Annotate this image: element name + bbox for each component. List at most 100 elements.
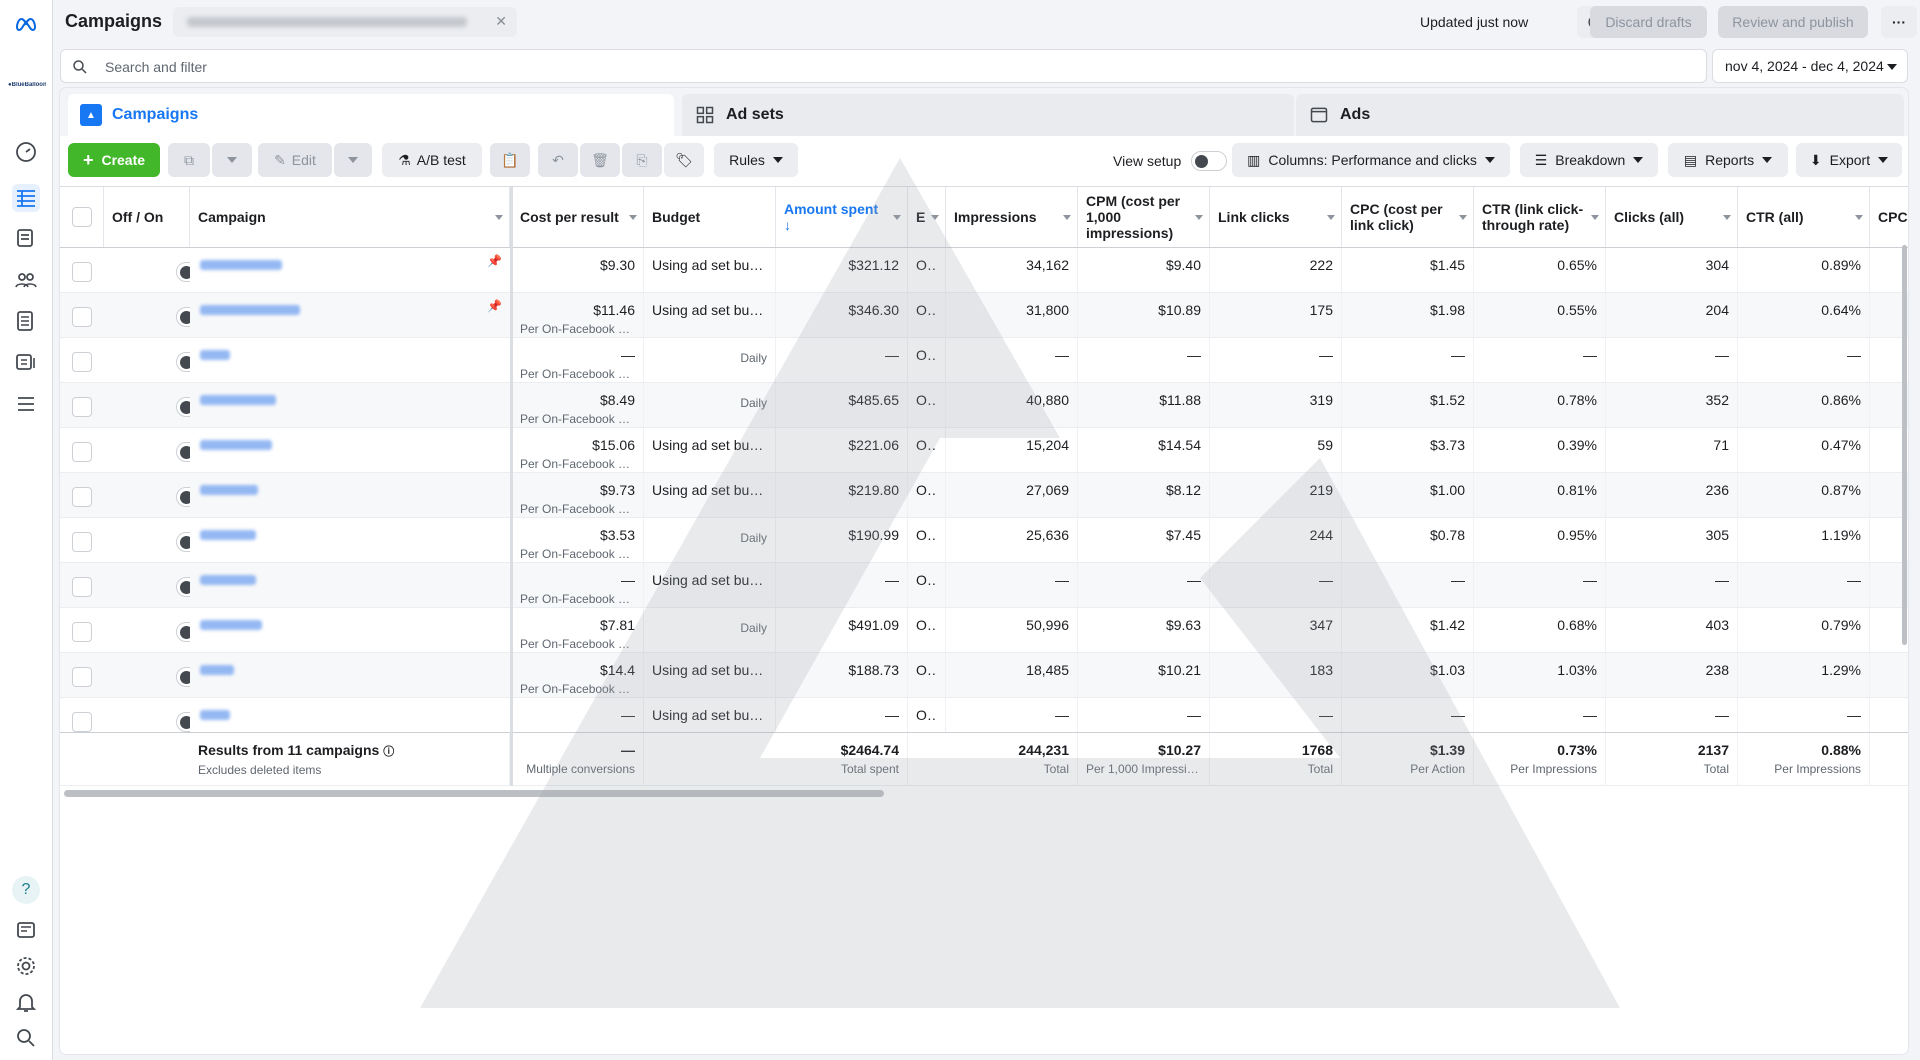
ab-test-button[interactable]: ⚗ A/B test [382,143,482,177]
info-icon[interactable]: ⓘ [383,746,394,758]
row-checkbox[interactable] [72,667,92,687]
col-campaign[interactable]: Campaign [190,187,510,247]
col-impressions[interactable]: Impressions [946,187,1078,247]
campaign-name-redacted[interactable] [200,260,282,270]
campaign-name-redacted[interactable] [200,395,276,405]
duplicate-button[interactable]: ⧉ [168,143,210,177]
settings-gear-icon[interactable] [12,952,40,980]
tab-ad-sets[interactable]: Ad sets [682,94,1294,136]
campaign-name-cell[interactable] [190,608,510,652]
news-icon[interactable] [12,916,40,944]
export-button[interactable]: ⬇ Export [1796,143,1902,177]
horizontal-scrollbar[interactable] [64,790,884,797]
edit-button[interactable]: ✎ Edit [258,143,332,177]
frozen-column-divider[interactable] [510,186,513,786]
table-row[interactable]: $3.53 Per On-Facebook Le... Daily $190.99 O.… [60,518,1908,563]
table-row[interactable]: 📌 $11.46 Per On-Facebook Le... Using ad set… [60,293,1908,338]
campaign-name-redacted[interactable] [200,440,272,450]
col-cost-per-result[interactable]: Cost per result [512,187,644,247]
create-button[interactable]: + Create [68,143,160,177]
row-checkbox[interactable] [72,577,92,597]
view-setup-toggle[interactable]: View setup [1113,151,1228,171]
col-ctr-all[interactable]: CTR (all) [1738,187,1870,247]
pin-icon[interactable]: 📌 [487,254,502,268]
campaign-name-redacted[interactable] [200,530,256,540]
campaign-name-redacted[interactable] [200,665,234,675]
table-row[interactable]: $7.81 Per On-Facebook Le... Daily $491.09 O.… [60,608,1908,653]
duplicate-dropdown-button[interactable] [212,143,252,177]
campaign-name-cell[interactable] [190,428,510,472]
col-clicks-all[interactable]: Clicks (all) [1606,187,1738,247]
undo-button[interactable]: ↶ [538,143,578,177]
campaign-on-off-toggle[interactable] [176,622,190,642]
help-icon[interactable]: ? [12,876,40,904]
campaign-on-off-toggle[interactable] [176,262,190,282]
tab-ads[interactable]: Ads [1296,94,1904,136]
billing-icon[interactable] [12,307,40,335]
col-amount-spent[interactable]: Amount spent ↓ [776,187,908,247]
row-checkbox[interactable] [72,532,92,552]
row-checkbox[interactable] [72,487,92,507]
campaign-name-redacted[interactable] [200,575,256,585]
table-row[interactable]: $15.06 Per On-Facebook Le... Using ad set … [60,428,1908,473]
campaign-on-off-toggle[interactable] [176,712,190,732]
more-options-button[interactable]: ··· [1881,6,1917,38]
campaign-name-cell[interactable]: 📌 [190,293,510,337]
col-budget[interactable]: Budget [644,187,776,247]
rules-button[interactable]: Rules [714,143,798,177]
catalog-icon[interactable] [12,348,40,376]
notifications-bell-icon[interactable] [12,988,40,1016]
ad-account-selector[interactable]: ✕ [173,7,517,37]
col-link-clicks[interactable]: Link clicks [1210,187,1342,247]
campaign-on-off-toggle[interactable] [176,532,190,552]
table-row[interactable]: — Per On-Facebook Le... Daily — O... — — — — — — — [60,338,1908,383]
review-and-publish-button[interactable]: Review and publish [1718,6,1868,38]
clipboard-button[interactable]: 📋 [490,143,530,177]
table-row[interactable]: $14.4 Per On-Facebook Le... Using ad set b… [60,653,1908,698]
campaign-name-redacted[interactable] [200,305,300,315]
table-row[interactable]: $9.73 Per On-Facebook Le... Using ad set b… [60,473,1908,518]
search-icon[interactable] [12,1024,40,1052]
campaign-on-off-toggle[interactable] [176,442,190,462]
col-e[interactable]: E [908,187,946,247]
campaign-name-cell[interactable] [190,518,510,562]
delete-button[interactable]: 🗑 [580,143,620,177]
col-cpc[interactable]: CPC [1870,187,1908,247]
search-and-filter[interactable] [60,49,1707,83]
select-all-checkbox[interactable] [72,207,92,227]
row-checkbox[interactable] [72,442,92,462]
search-input[interactable] [105,57,1605,77]
col-cpm[interactable]: CPM (cost per 1,000 impressions) [1078,187,1210,247]
campaign-name-redacted[interactable] [200,620,262,630]
edit-dropdown-button[interactable] [334,143,372,177]
campaign-name-redacted[interactable] [200,485,258,495]
vertical-scrollbar[interactable] [1902,245,1907,645]
tag-button[interactable]: 🏷 [664,143,704,177]
date-range-picker[interactable]: nov 4, 2024 - dec 4, 2024 [1712,49,1908,83]
table-row[interactable]: 📌 $9.30 Using ad set bud... $321.12 O... 34,1… [60,248,1908,293]
row-checkbox[interactable] [72,712,92,732]
row-checkbox[interactable] [72,307,92,327]
row-checkbox[interactable] [72,262,92,282]
row-checkbox[interactable] [72,622,92,642]
meta-logo-icon[interactable] [12,10,40,38]
menu-icon[interactable] [12,390,40,418]
campaign-on-off-toggle[interactable] [176,487,190,507]
pages-icon[interactable] [12,224,40,252]
breakdown-button[interactable]: ☰ Breakdown [1520,143,1658,177]
pin-icon[interactable]: 📌 [487,299,502,313]
campaign-name-cell[interactable] [190,473,510,517]
campaign-name-redacted[interactable] [200,350,230,360]
columns-button[interactable]: ▥ Columns: Performance and clicks [1232,143,1510,177]
col-cpc-link[interactable]: CPC (cost per link click) [1342,187,1474,247]
view-setup-switch[interactable] [1191,151,1228,171]
audiences-icon[interactable] [12,266,40,294]
campaign-name-cell[interactable] [190,653,510,697]
campaign-name-cell[interactable] [190,383,510,427]
col-off-on[interactable]: Off / On [104,187,190,247]
campaign-on-off-toggle[interactable] [176,307,190,327]
campaign-name-cell[interactable] [190,563,510,607]
campaign-name-cell[interactable]: 📌 [190,248,510,292]
reports-button[interactable]: ▤ Reports [1668,143,1788,177]
dashboard-icon[interactable] [12,138,40,166]
